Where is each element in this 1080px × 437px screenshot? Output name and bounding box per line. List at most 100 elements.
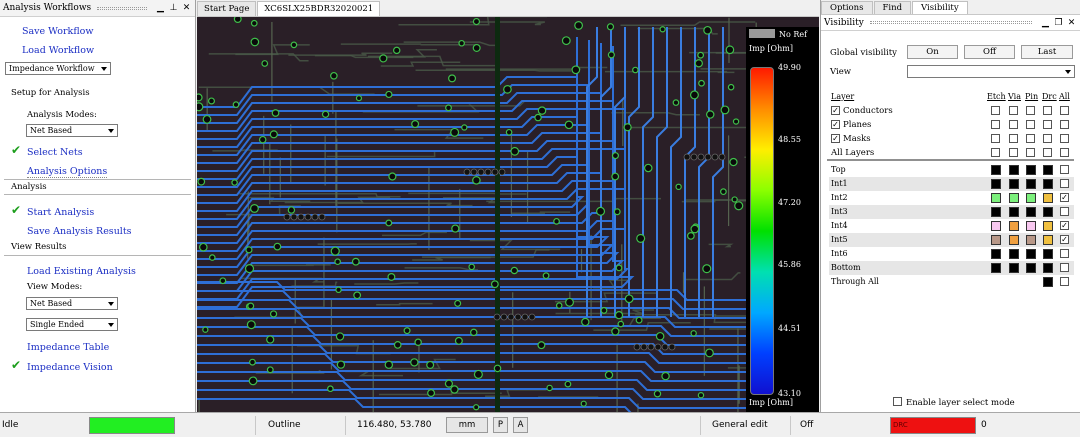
- layer-color-swatch[interactable]: [1009, 179, 1019, 189]
- layer-color-swatch[interactable]: [1043, 263, 1053, 273]
- layer-color-swatch[interactable]: [991, 249, 1001, 259]
- impedance-vision-link[interactable]: Impedance Vision: [27, 362, 113, 373]
- group-visibility-checkbox[interactable]: [1043, 134, 1052, 143]
- group-checkbox[interactable]: ✓: [831, 134, 840, 143]
- layer-color-swatch[interactable]: [1009, 263, 1019, 273]
- analysis-mode-select[interactable]: Net Based: [26, 124, 118, 137]
- group-visibility-checkbox[interactable]: [1009, 106, 1018, 115]
- layer-color-swatch[interactable]: [1009, 165, 1019, 175]
- group-visibility-checkbox[interactable]: [991, 148, 1000, 157]
- layer-color-swatch[interactable]: [1009, 193, 1019, 203]
- layer-color-swatch[interactable]: [1043, 221, 1053, 231]
- group-visibility-checkbox[interactable]: [991, 106, 1000, 115]
- enable-layer-select-checkbox[interactable]: [893, 397, 902, 406]
- layer-color-swatch[interactable]: [1009, 235, 1019, 245]
- workflow-select[interactable]: Impedance Workflow: [5, 62, 111, 75]
- load-existing-analysis-link[interactable]: Load Existing Analysis: [27, 266, 136, 277]
- group-visibility-checkbox[interactable]: [1043, 120, 1052, 129]
- global-last-button[interactable]: Last: [1021, 45, 1073, 59]
- layer-color-swatch[interactable]: [991, 179, 1001, 189]
- layer-color-swatch[interactable]: [1026, 235, 1036, 245]
- tab-start-page[interactable]: Start Page: [197, 1, 257, 16]
- analysis-options-link[interactable]: Analysis Options: [27, 166, 108, 178]
- group-visibility-checkbox[interactable]: [1060, 134, 1069, 143]
- layer-color-swatch[interactable]: [1026, 179, 1036, 189]
- global-on-button[interactable]: On: [907, 45, 958, 59]
- minimize-icon[interactable]: ▁: [1040, 17, 1051, 28]
- layer-all-checkbox[interactable]: [1060, 207, 1069, 216]
- layer-color-swatch[interactable]: [1043, 165, 1053, 175]
- panel-drag-grip[interactable]: [869, 21, 1032, 24]
- layer-color-swatch[interactable]: [1026, 193, 1036, 203]
- global-off-button[interactable]: Off: [964, 45, 1015, 59]
- group-visibility-checkbox[interactable]: [1026, 120, 1035, 129]
- layer-color-swatch[interactable]: [1009, 249, 1019, 259]
- layer-color-swatch[interactable]: [1026, 249, 1036, 259]
- ended-mode-select[interactable]: Single Ended: [26, 318, 118, 331]
- panel-drag-grip[interactable]: [97, 6, 147, 10]
- group-visibility-checkbox[interactable]: [1009, 120, 1018, 129]
- layer-all-checkbox[interactable]: [1060, 179, 1069, 188]
- group-visibility-checkbox[interactable]: [1060, 106, 1069, 115]
- save-workflow-link[interactable]: Save Workflow: [22, 26, 94, 37]
- p-button[interactable]: P: [493, 417, 508, 433]
- close-icon[interactable]: ✕: [181, 3, 192, 14]
- layer-color-swatch[interactable]: [1026, 207, 1036, 217]
- select-nets-link[interactable]: Select Nets: [27, 147, 83, 158]
- layer-color-swatch[interactable]: [991, 165, 1001, 175]
- pcb-canvas[interactable]: No Ref Imp [Ohm] 49.90 48.55 47.20 45.86…: [197, 17, 819, 412]
- layer-color-swatch[interactable]: [991, 193, 1001, 203]
- group-visibility-checkbox[interactable]: [1043, 148, 1052, 157]
- group-visibility-checkbox[interactable]: [1026, 148, 1035, 157]
- layer-all-checkbox[interactable]: [1060, 263, 1069, 272]
- minimize-icon[interactable]: ▁: [155, 3, 166, 14]
- tab-design[interactable]: XC6SLX25BDR32020021: [257, 1, 381, 16]
- layer-color-swatch[interactable]: [991, 221, 1001, 231]
- layer-color-swatch[interactable]: [1043, 235, 1053, 245]
- close-icon[interactable]: ✕: [1066, 17, 1077, 28]
- layer-color-swatch[interactable]: [1026, 165, 1036, 175]
- group-checkbox[interactable]: ✓: [831, 120, 840, 129]
- layer-color-swatch[interactable]: [1043, 193, 1053, 203]
- group-visibility-checkbox[interactable]: [1009, 134, 1018, 143]
- layer-color-swatch[interactable]: [1026, 221, 1036, 231]
- layer-all-checkbox[interactable]: [1060, 165, 1069, 174]
- layer-color-swatch[interactable]: [991, 263, 1001, 273]
- layer-all-checkbox[interactable]: [1060, 277, 1069, 286]
- a-button[interactable]: A: [513, 417, 528, 433]
- group-visibility-checkbox[interactable]: [1009, 148, 1018, 157]
- start-analysis-link[interactable]: Start Analysis: [27, 207, 94, 218]
- group-visibility-checkbox[interactable]: [1043, 106, 1052, 115]
- group-visibility-checkbox[interactable]: [991, 134, 1000, 143]
- layer-all-checkbox[interactable]: ✓: [1060, 235, 1069, 244]
- layer-all-checkbox[interactable]: ✓: [1060, 193, 1069, 202]
- tab-options[interactable]: Options: [821, 1, 873, 14]
- load-workflow-link[interactable]: Load Workflow: [22, 45, 94, 56]
- save-analysis-results-link[interactable]: Save Analysis Results: [27, 226, 132, 237]
- tab-find[interactable]: Find: [873, 1, 912, 14]
- drc-indicator[interactable]: DRC: [890, 417, 976, 434]
- units-button[interactable]: mm: [446, 417, 488, 433]
- group-visibility-checkbox[interactable]: [1060, 148, 1069, 157]
- group-visibility-checkbox[interactable]: [1026, 134, 1035, 143]
- layer-color-swatch[interactable]: [1009, 221, 1019, 231]
- restore-icon[interactable]: ❐: [1053, 17, 1064, 28]
- layer-color-swatch[interactable]: [991, 207, 1001, 217]
- group-visibility-checkbox[interactable]: [1060, 120, 1069, 129]
- layer-color-swatch[interactable]: [1009, 207, 1019, 217]
- pin-icon[interactable]: ⊥: [168, 3, 179, 14]
- group-visibility-checkbox[interactable]: [1026, 106, 1035, 115]
- group-checkbox[interactable]: ✓: [831, 106, 840, 115]
- layer-color-swatch[interactable]: [1026, 263, 1036, 273]
- layer-all-checkbox[interactable]: [1060, 249, 1069, 258]
- layer-color-swatch[interactable]: [1043, 207, 1053, 217]
- layer-color-swatch[interactable]: [991, 235, 1001, 245]
- layer-color-swatch[interactable]: [1043, 249, 1053, 259]
- impedance-table-link[interactable]: Impedance Table: [27, 342, 109, 353]
- group-visibility-checkbox[interactable]: [991, 120, 1000, 129]
- layer-all-checkbox[interactable]: ✓: [1060, 221, 1069, 230]
- layer-color-swatch[interactable]: [1043, 179, 1053, 189]
- view-select[interactable]: [907, 65, 1075, 78]
- view-mode-select[interactable]: Net Based: [26, 297, 118, 310]
- tab-visibility[interactable]: Visibility: [912, 1, 968, 14]
